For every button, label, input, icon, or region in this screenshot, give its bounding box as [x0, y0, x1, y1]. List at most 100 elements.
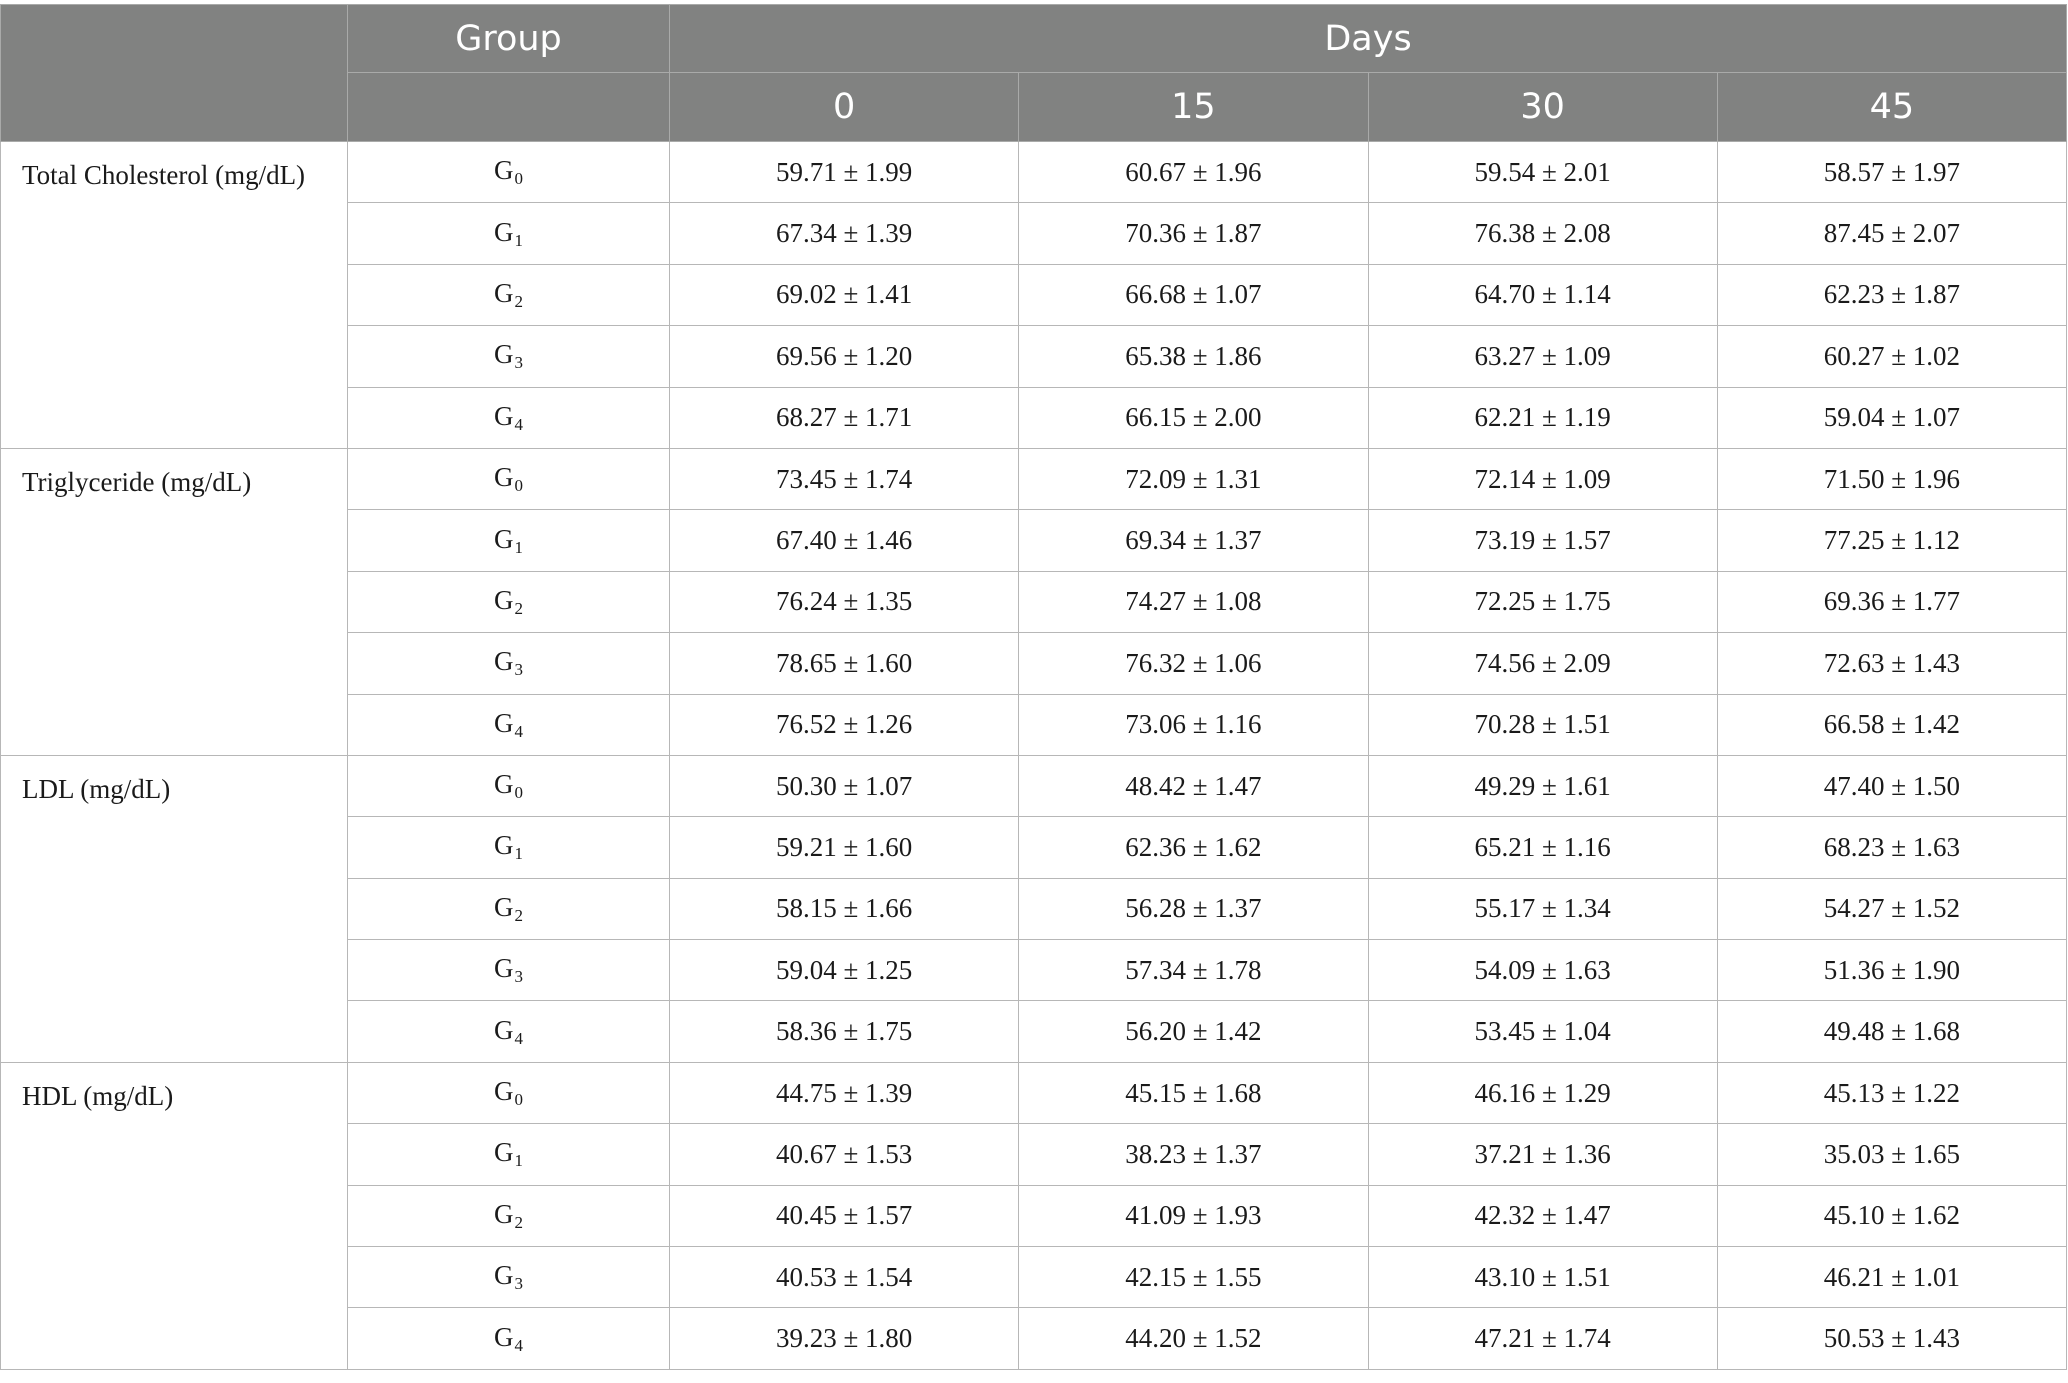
value-cell: 40.67 ± 1.53: [668, 1123, 1020, 1186]
value-cell: 37.21 ± 1.36: [1367, 1123, 1718, 1186]
value-cell: 66.15 ± 2.00: [1018, 386, 1369, 449]
group-prefix: G: [494, 339, 514, 370]
value-cell: 62.21 ± 1.19: [1367, 386, 1718, 449]
value-cell: 64.70 ± 1.14: [1367, 263, 1718, 327]
value-cell: 39.23 ± 1.80: [668, 1307, 1020, 1370]
group-cell: G4: [347, 386, 670, 449]
value-cell: 40.45 ± 1.57: [668, 1184, 1020, 1248]
value-cell: 58.36 ± 1.75: [668, 1000, 1020, 1063]
group-prefix: G: [494, 277, 514, 308]
group-cell: G0: [347, 140, 670, 204]
value-cell: 46.21 ± 1.01: [1716, 1246, 2068, 1309]
group-prefix: G: [494, 830, 514, 861]
group-prefix: G: [494, 1137, 514, 1168]
group-prefix: G: [494, 584, 514, 615]
group-cell: G3: [347, 1246, 670, 1309]
group-subscript: 0: [514, 783, 524, 803]
group-subscript: 4: [514, 414, 524, 434]
value-cell: 54.09 ± 1.63: [1367, 939, 1718, 1002]
group-cell: G2: [347, 570, 670, 634]
table-header: Group Days 0 15 30 45: [0, 4, 2068, 142]
group-prefix: G: [494, 1014, 514, 1045]
value-cell: 76.38 ± 2.08: [1367, 202, 1718, 265]
value-cell: 59.04 ± 1.07: [1716, 386, 2068, 449]
value-cell: 76.24 ± 1.35: [668, 570, 1020, 634]
group-cell: G0: [347, 1061, 670, 1125]
group-subscript: 3: [514, 353, 524, 373]
value-cell: 56.28 ± 1.37: [1018, 877, 1369, 941]
value-cell: 66.68 ± 1.07: [1018, 263, 1369, 327]
value-cell: 41.09 ± 1.93: [1018, 1184, 1369, 1248]
value-cell: 62.36 ± 1.62: [1018, 816, 1369, 879]
table-row: Total Cholesterol (mg/dL) G0 59.71 ± 1.99 6…: [0, 140, 2068, 449]
parameter-label: LDL (mg/dL): [0, 754, 348, 1063]
value-cell: 53.45 ± 1.04: [1367, 1000, 1718, 1063]
value-cell: 65.21 ± 1.16: [1367, 816, 1718, 879]
value-cell: 63.27 ± 1.09: [1367, 325, 1718, 388]
value-cell: 47.40 ± 1.50: [1716, 754, 2068, 818]
group-cell: G4: [347, 693, 670, 756]
value-cell: 49.48 ± 1.68: [1716, 1000, 2068, 1063]
value-cell: 58.15 ± 1.66: [668, 877, 1020, 941]
table-row: Triglyceride (mg/dL) G0 73.45 ± 1.74 72.09 …: [0, 447, 2068, 756]
value-cell: 54.27 ± 1.52: [1716, 877, 2068, 941]
group-subscript: 0: [514, 169, 524, 189]
group-header-spacer: [347, 72, 670, 142]
group-prefix: G: [494, 891, 514, 922]
value-cell: 51.36 ± 1.90: [1716, 939, 2068, 1002]
value-cell: 76.32 ± 1.06: [1018, 632, 1369, 695]
group-prefix: G: [494, 646, 514, 677]
group-prefix: G: [494, 953, 514, 984]
group-cell: G0: [347, 447, 670, 511]
value-cell: 44.75 ± 1.39: [668, 1061, 1020, 1125]
group-cell: G4: [347, 1000, 670, 1063]
value-cell: 47.21 ± 1.74: [1367, 1307, 1718, 1370]
value-cell: 72.09 ± 1.31: [1018, 447, 1369, 511]
day-column-header: 0: [668, 72, 1020, 142]
group-subscript: 0: [514, 1090, 524, 1110]
day-column-header: 15: [1018, 72, 1369, 142]
value-cell: 46.16 ± 1.29: [1367, 1061, 1718, 1125]
parameter-label: HDL (mg/dL): [0, 1061, 348, 1370]
value-cell: 68.27 ± 1.71: [668, 386, 1020, 449]
lipid-profile-table: Group Days 0 15 30 45 Total Cholesterol …: [0, 4, 2068, 1370]
group-prefix: G: [494, 462, 514, 493]
group-subscript: 2: [514, 598, 524, 618]
value-cell: 69.56 ± 1.20: [668, 325, 1020, 388]
group-prefix: G: [494, 769, 514, 800]
group-subscript: 1: [514, 230, 524, 250]
value-cell: 42.32 ± 1.47: [1367, 1184, 1718, 1248]
group-cell: G0: [347, 754, 670, 818]
value-cell: 62.23 ± 1.87: [1716, 263, 2068, 327]
value-cell: 35.03 ± 1.65: [1716, 1123, 2068, 1186]
parameter-label: Triglyceride (mg/dL): [0, 447, 348, 756]
table-row: HDL (mg/dL) G0 44.75 ± 1.39 45.15 ± 1.68 46.…: [0, 1061, 2068, 1370]
group-subscript: 2: [514, 1212, 524, 1232]
group-prefix: G: [494, 1076, 514, 1107]
value-cell: 87.45 ± 2.07: [1716, 202, 2068, 265]
value-cell: 74.27 ± 1.08: [1018, 570, 1369, 634]
parameter-column-header: [0, 4, 348, 142]
value-cell: 44.20 ± 1.52: [1018, 1307, 1369, 1370]
value-cell: 73.45 ± 1.74: [668, 447, 1020, 511]
value-cell: 72.14 ± 1.09: [1367, 447, 1718, 511]
value-cell: 45.10 ± 1.62: [1716, 1184, 2068, 1248]
group-prefix: G: [494, 155, 514, 186]
group-cell: G1: [347, 1123, 670, 1186]
day-column-header: 30: [1367, 72, 1718, 142]
group-prefix: G: [494, 1260, 514, 1291]
group-subscript: 0: [514, 476, 524, 496]
value-cell: 60.27 ± 1.02: [1716, 325, 2068, 388]
group-prefix: G: [494, 400, 514, 431]
value-cell: 72.63 ± 1.43: [1716, 632, 2068, 695]
value-cell: 59.04 ± 1.25: [668, 939, 1020, 1002]
value-cell: 60.67 ± 1.96: [1018, 140, 1369, 204]
group-cell: G2: [347, 877, 670, 941]
value-cell: 69.34 ± 1.37: [1018, 509, 1369, 572]
value-cell: 69.02 ± 1.41: [668, 263, 1020, 327]
value-cell: 59.54 ± 2.01: [1367, 140, 1718, 204]
value-cell: 38.23 ± 1.37: [1018, 1123, 1369, 1186]
group-prefix: G: [494, 1198, 514, 1229]
table-row: LDL (mg/dL) G0 50.30 ± 1.07 48.42 ± 1.47 49.…: [0, 754, 2068, 1063]
value-cell: 65.38 ± 1.86: [1018, 325, 1369, 388]
